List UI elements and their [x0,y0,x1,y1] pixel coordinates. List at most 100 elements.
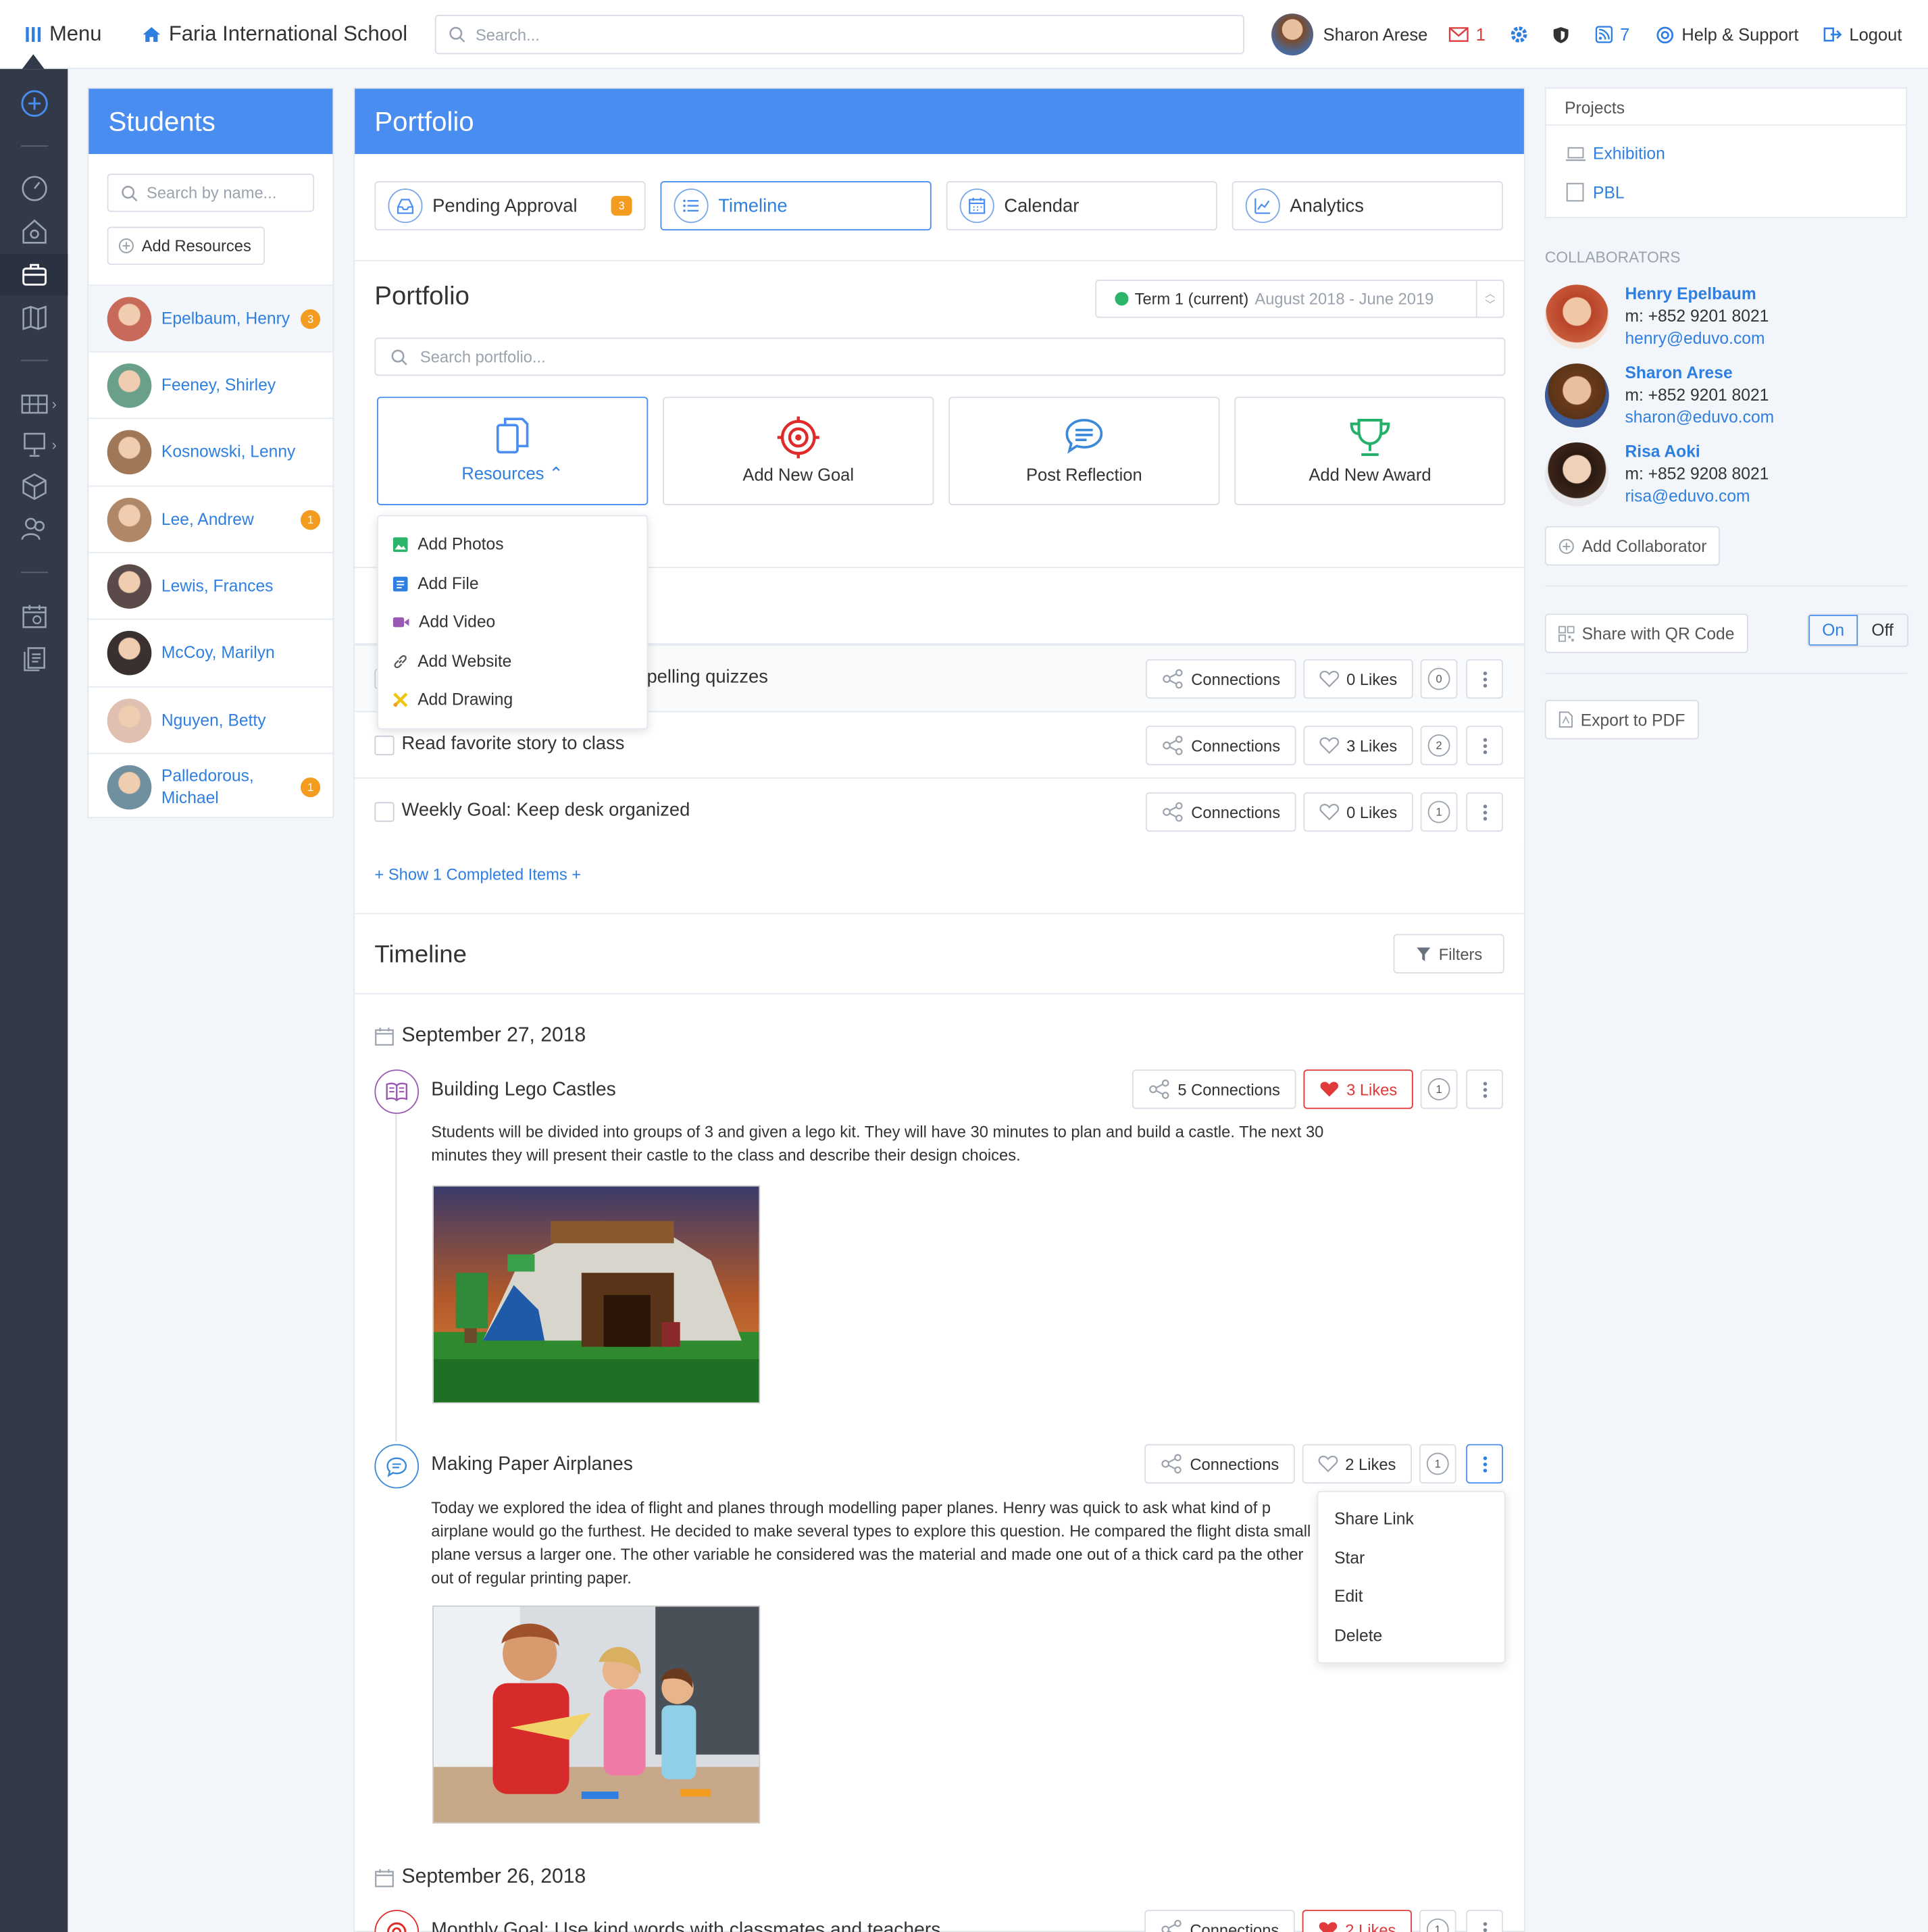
more-options-button[interactable] [1466,726,1503,765]
security-button[interactable] [1552,0,1570,69]
logout-link[interactable]: Logout [1823,0,1902,69]
toggle-on[interactable]: On [1808,615,1858,646]
collaborator-name[interactable]: Risa Aoki [1625,442,1700,461]
more-options-button[interactable] [1466,792,1503,832]
calendar-clock-icon[interactable] [20,601,49,631]
add-new-award-button[interactable]: Add New Award [1234,397,1506,505]
comments-button[interactable]: 1 [1420,1069,1458,1109]
connections-button[interactable]: Connections [1146,726,1296,765]
add-file-item[interactable]: Add File [392,574,479,592]
more-options-button[interactable] [1466,1069,1503,1109]
user-profile[interactable]: Sharon Arese [1271,0,1427,69]
add-new-goal-button[interactable]: Add New Goal [663,397,934,505]
tab-timeline[interactable]: Timeline [660,181,932,231]
student-search-input[interactable]: Search by name... [107,174,315,212]
dashboard-icon[interactable] [20,174,49,203]
help-support-link[interactable]: Help & Support [1656,0,1799,69]
student-item[interactable]: Palledorous, Michael 1 [88,753,333,819]
student-item[interactable]: Lewis, Frances [88,552,333,618]
goal-text[interactable]: Weekly Goal: Keep desk organized [402,800,690,821]
comments-button[interactable]: 2 [1420,726,1458,765]
goal-text[interactable]: Read favorite story to class [402,733,625,754]
add-circle-icon[interactable] [20,88,49,118]
tab-analytics[interactable]: Analytics [1232,181,1503,231]
goal-checkbox[interactable] [374,802,395,822]
post-title[interactable]: Making Paper Airplanes [431,1454,633,1476]
add-website-item[interactable]: Add Website [393,652,511,670]
global-search-input[interactable]: Search... [434,14,1244,55]
term-select[interactable]: Term 1 (current) August 2018 - June 2019… [1095,280,1504,318]
delete-item[interactable]: Delete [1334,1627,1382,1645]
connections-button[interactable]: Connections [1146,792,1296,832]
tab-pending-approval[interactable]: Pending Approval 3 [374,181,646,231]
comments-button[interactable]: 0 [1420,659,1458,699]
add-photos-item[interactable]: Add Photos [392,535,504,553]
connections-button[interactable]: Connections [1146,659,1296,699]
add-video-item[interactable]: Add Video [392,613,495,631]
likes-button[interactable]: 0 Likes [1303,659,1413,699]
qr-toggle[interactable]: On Off [1807,613,1908,647]
export-pdf-button[interactable]: Export to PDF [1544,700,1699,740]
student-item[interactable]: Nguyen, Betty [88,686,333,753]
share-link-item[interactable]: Share Link [1334,1509,1414,1527]
documents-icon[interactable] [20,644,49,674]
goal-text[interactable]: pelling quizzes [646,667,767,688]
portfolio-search-input[interactable]: Search portfolio... [374,337,1506,376]
cube-icon[interactable] [20,472,49,502]
student-item[interactable]: Epelbaum, Henry 3 [88,284,333,351]
likes-button[interactable]: 2 Likes [1302,1910,1412,1932]
student-item[interactable]: Feeney, Shirley [88,351,333,417]
resources-button[interactable]: Resources ⌃ [377,397,649,505]
more-options-button[interactable] [1466,659,1503,699]
student-item[interactable]: McCoy, Marilyn [88,618,333,685]
collaborator-name[interactable]: Henry Epelbaum [1625,284,1756,303]
student-item[interactable]: Lee, Andrew 1 [88,485,333,552]
gallery-icon[interactable] [20,389,49,419]
toggle-off[interactable]: Off [1858,615,1907,646]
comments-button[interactable]: 1 [1419,1444,1456,1484]
connections-button[interactable]: 5 Connections [1132,1069,1296,1109]
comments-button[interactable]: 1 [1420,792,1458,832]
filters-button[interactable]: Filters [1393,934,1504,973]
collaborator-name[interactable]: Sharon Arese [1625,363,1732,382]
post-title[interactable]: Monthly Goal: Use kind words with classm… [431,1920,940,1932]
star-item[interactable]: Star [1334,1549,1365,1567]
school-link[interactable]: Faria International School [142,0,407,69]
lego-castle-photo[interactable] [432,1185,761,1404]
connections-button[interactable]: Connections [1144,1444,1295,1484]
paper-airplane-photo[interactable] [432,1605,761,1824]
student-item[interactable]: Kosnowski, Lenny [88,417,333,484]
project-pbl[interactable]: PBL [1566,182,1625,202]
likes-button[interactable]: 3 Likes [1303,1069,1413,1109]
collaborator-email[interactable]: henry@eduvo.com [1625,329,1765,347]
more-options-button[interactable] [1466,1910,1503,1932]
post-reflection-button[interactable]: Post Reflection [948,397,1220,505]
tab-calendar[interactable]: Calendar [946,181,1217,231]
project-exhibition[interactable]: Exhibition [1565,144,1665,163]
more-options-button[interactable] [1466,1444,1503,1484]
post-title[interactable]: Building Lego Castles [431,1079,615,1102]
users-icon[interactable] [20,514,49,544]
settings-button[interactable] [1511,0,1528,69]
add-collaborator-button[interactable]: Add Collaborator [1544,526,1721,566]
collaborator-email[interactable]: risa@eduvo.com [1625,486,1750,505]
comments-button[interactable]: 1 [1419,1910,1456,1932]
share-qr-button[interactable]: Share with QR Code [1544,613,1748,653]
likes-button[interactable]: 3 Likes [1303,726,1413,765]
show-completed-link[interactable]: + Show 1 Completed Items + [374,865,581,883]
map-icon[interactable] [20,303,49,333]
portfolio-section-title: Portfolio [374,282,470,311]
likes-button[interactable]: 0 Likes [1303,792,1413,832]
add-resources-button[interactable]: Add Resources [107,226,265,265]
mail-button[interactable]: 1 [1448,0,1486,69]
add-drawing-item[interactable]: Add Drawing [393,690,513,709]
portfolio-icon[interactable] [20,260,49,290]
collaborator-email[interactable]: sharon@eduvo.com [1625,408,1774,426]
edit-item[interactable]: Edit [1334,1587,1363,1605]
feed-button[interactable]: 7 [1595,0,1629,69]
connections-button[interactable]: Connections [1144,1910,1295,1932]
goal-checkbox[interactable] [374,735,395,756]
presentation-icon[interactable] [20,430,49,460]
home-rail-icon[interactable] [20,217,49,247]
likes-button[interactable]: 2 Likes [1302,1444,1412,1484]
